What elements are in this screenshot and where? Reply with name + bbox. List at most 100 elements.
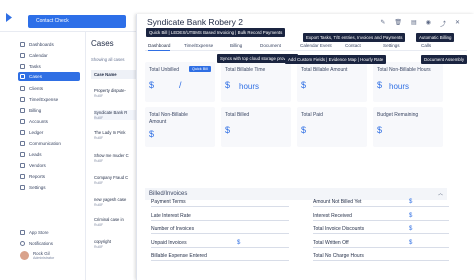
- sidebar-item-label: Accounts: [29, 119, 48, 124]
- list-item[interactable]: Criminal case in Rul8F: [94, 217, 136, 227]
- invoice-row: Billable Expense Entered: [151, 251, 291, 261]
- sidebar-item-settings[interactable]: Settings: [20, 183, 82, 192]
- row-divider: [151, 206, 289, 207]
- tab-dashboard[interactable]: Dashboard: [148, 42, 171, 51]
- sidebar-item-calendar[interactable]: Calendar: [20, 51, 82, 60]
- sidebar-item-dashboards[interactable]: Dashboards: [20, 40, 82, 49]
- search-input[interactable]: Contact Check: [28, 15, 126, 28]
- gear-icon: [20, 185, 25, 190]
- app-store-label: App Store: [29, 230, 49, 235]
- stat-card-label: Total Paid: [301, 112, 323, 118]
- avatar: [20, 251, 29, 260]
- sidebar-item-tasks[interactable]: Tasks: [20, 62, 82, 71]
- tab-document[interactable]: Document: [260, 42, 281, 51]
- invoice-row-label: Number of Invoices: [151, 226, 195, 232]
- sidebar-item-billing[interactable]: Billing: [20, 106, 82, 115]
- quick-bill-button[interactable]: Quick Bill: [189, 66, 211, 72]
- stat-card: Total Non-Billable Amount $: [145, 107, 215, 147]
- list-item[interactable]: copyright Rul8F: [94, 239, 136, 249]
- edit-icon[interactable]: ✎: [380, 19, 385, 28]
- calendar-icon: [20, 53, 25, 58]
- sidebar-item-vendors[interactable]: Vendors: [20, 161, 82, 170]
- trend-icon[interactable]: ⤴: [440, 19, 446, 28]
- case-subtitle: Rul8F: [94, 203, 104, 207]
- notifications-link[interactable]: Notifications: [20, 241, 53, 246]
- row-divider: [313, 206, 449, 207]
- tooltip-export: Export Tasks, T/E entries, Invoices and …: [303, 33, 406, 42]
- invoice-row: Payment Terms: [151, 197, 291, 207]
- list-item[interactable]: new yagesh case Rul8F: [94, 197, 136, 207]
- cases-filter[interactable]: Showing all cases: [91, 57, 125, 62]
- invoice-row: Number of Invoices: [151, 224, 291, 234]
- view-icon[interactable]: ◉: [426, 19, 431, 28]
- row-divider: [313, 233, 449, 234]
- invoice-row-label: Billable Expense Entered: [151, 253, 207, 259]
- invoice-row-label: Amount Not Billed Yet: [313, 199, 362, 205]
- row-divider: [313, 247, 449, 248]
- matter-tabs: Dashboard Time/Expense Billing Document Cale…: [145, 42, 467, 51]
- sidebar-item-leads[interactable]: Leads: [20, 150, 82, 159]
- list-item[interactable]: Property dispute- Rul8F: [94, 88, 136, 98]
- case-subtitle: Rul8F: [94, 245, 104, 249]
- row-divider: [151, 247, 289, 248]
- sidebar-item-accounts[interactable]: Accounts: [20, 117, 82, 126]
- tab-settings[interactable]: Settings: [383, 42, 400, 51]
- notifications-label: Notifications: [29, 241, 53, 246]
- tooltip-automatic-billing: Automatic Billing: [416, 33, 455, 42]
- invoice-row-label: Total Written Off: [313, 240, 349, 246]
- delete-icon[interactable]: 🗑: [394, 19, 402, 28]
- case-name-column-header[interactable]: Case Name: [91, 70, 136, 79]
- sidebar-item-label: Billing: [29, 108, 42, 113]
- stat-card-value: $: [149, 129, 155, 139]
- stat-card-label: Total Non-Billable Hours: [377, 67, 431, 73]
- invoice-row: Unpaid Invoices $: [151, 238, 291, 248]
- list-item[interactable]: Company Fraud C Rul8F: [94, 175, 136, 185]
- stat-card: Total Non-Billable Hours $ hours: [373, 62, 443, 102]
- invoice-row-label: Payment Terms: [151, 199, 186, 205]
- sidebar-item-label: Time/Expense: [29, 97, 59, 102]
- user-profile[interactable]: Rock Gil Administrator: [20, 251, 54, 260]
- stat-card-unit: hours: [239, 82, 260, 91]
- list-item[interactable]: Syndicate Bank R Rul8F: [94, 110, 136, 120]
- stat-card-label: Total Billable Amount: [301, 67, 348, 73]
- sidebar-item-communication[interactable]: Communication: [20, 139, 82, 148]
- invoice-row: Late Interest Rate: [151, 211, 291, 221]
- tab-contact[interactable]: Contact: [345, 42, 361, 51]
- case-subtitle: Rul8F: [94, 223, 104, 227]
- sidebar-item-time-expense[interactable]: Time/Expense: [20, 95, 82, 104]
- tab-calendar-event[interactable]: Calendar Event: [300, 42, 332, 51]
- app-store-link[interactable]: App Store: [20, 230, 49, 235]
- list-item[interactable]: The Lady In Pink Rul8F: [94, 130, 136, 140]
- row-divider: [151, 260, 289, 261]
- sidebar-item-reports[interactable]: Reports: [20, 172, 82, 181]
- sidebar-item-cases[interactable]: Cases: [18, 72, 80, 81]
- case-name: Criminal case in: [94, 217, 124, 222]
- stat-card-value: $: [301, 80, 307, 90]
- sidebar-item-label: Reports: [29, 174, 46, 179]
- invoice-row: Amount Not Billed Yet $: [313, 197, 453, 207]
- sidebar-item-ledger[interactable]: Ledger: [20, 128, 82, 137]
- case-subtitle: Rul8F: [94, 181, 104, 185]
- tooltip-document-assembly: Document Assembly: [421, 55, 468, 64]
- sidebar-item-label: Clients: [29, 86, 44, 91]
- sidebar-item-label: Leads: [29, 152, 42, 157]
- stat-card-label: Total Billable Time: [225, 67, 266, 73]
- case-name: new yagesh case: [94, 197, 127, 202]
- invoice-row: Interest Received $: [313, 211, 453, 221]
- tab-time-expense[interactable]: Time/Expense: [184, 42, 213, 51]
- list-item[interactable]: Show me muder C Rul8F: [94, 153, 136, 163]
- sidebar-item-label: Tasks: [29, 64, 41, 69]
- stat-card-label: Budget Remaining: [377, 112, 419, 118]
- stat-card: Budget Remaining $: [373, 107, 443, 147]
- tooltip-quick-bill: Quick Bill | LEDES/UTBMS Based Invoicing…: [146, 28, 286, 37]
- stat-card: Total Billable Amount $: [297, 62, 367, 102]
- archive-icon[interactable]: ▤: [411, 19, 417, 28]
- sidebar-item-clients[interactable]: Clients: [20, 84, 82, 93]
- stat-card-value: $: [149, 80, 155, 90]
- invoice-row-label: Interest Received: [313, 213, 352, 219]
- clients-icon: [20, 86, 25, 91]
- tab-billing[interactable]: Billing: [230, 42, 242, 51]
- tab-calls[interactable]: Calls: [421, 42, 431, 51]
- close-icon[interactable]: ✕: [455, 19, 460, 28]
- invoice-row: Total Written Off $: [313, 238, 453, 248]
